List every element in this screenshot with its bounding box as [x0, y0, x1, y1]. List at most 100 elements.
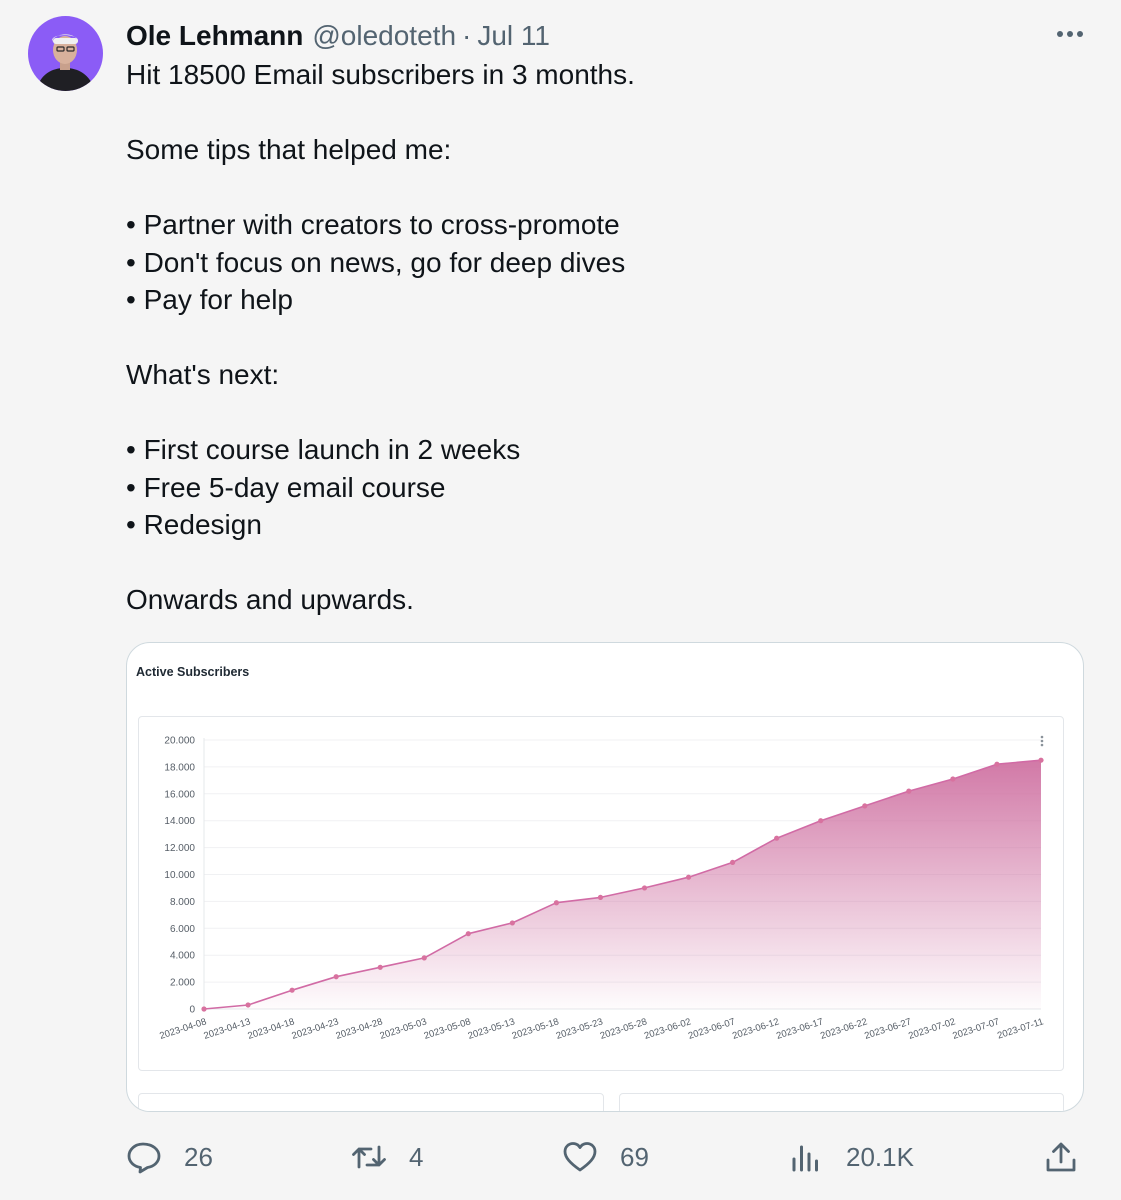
x-tick-label: 2023-04-08	[158, 1016, 208, 1041]
profile-photo-icon	[28, 16, 103, 91]
retweet-count: 4	[409, 1141, 424, 1172]
y-tick-label: 14.000	[164, 816, 195, 827]
like-count: 69	[620, 1141, 649, 1172]
reply-count: 26	[184, 1141, 213, 1172]
x-tick-label: 2023-05-18	[511, 1016, 561, 1041]
data-point	[641, 885, 648, 891]
y-tick-label: 16.000	[164, 789, 195, 800]
tweet-actions: 26 4 69 20.1K	[0, 1132, 1121, 1182]
data-point	[245, 1002, 251, 1008]
tweet-line: • Redesign	[126, 509, 262, 540]
chart-menu-dot	[1040, 735, 1044, 739]
x-tick-label: 2023-06-22	[819, 1016, 869, 1041]
x-tick-label: 2023-06-07	[687, 1016, 737, 1041]
data-point	[994, 761, 1000, 767]
views-icon	[792, 1145, 818, 1172]
x-tick-label: 2023-06-12	[731, 1016, 781, 1041]
tweet-line: • Pay for help	[126, 284, 294, 315]
chart-menu-dot	[1040, 743, 1044, 747]
data-point	[685, 874, 692, 880]
x-tick-label: 2023-05-13	[467, 1016, 517, 1041]
data-point	[289, 987, 295, 993]
data-point	[421, 955, 427, 961]
x-tick-label: 2023-07-07	[951, 1016, 1001, 1041]
chart-panel: 0 2.000 4.000 6.000 8.000 10.000 12.000 14.000 1…	[138, 716, 1064, 1071]
y-tick-label: 4.000	[170, 951, 195, 962]
retweet-button[interactable]: 4	[351, 1132, 423, 1182]
data-point	[201, 1006, 207, 1012]
y-tick-label: 0	[189, 1005, 195, 1016]
data-point	[818, 818, 824, 824]
view-count: 20.1K	[846, 1141, 914, 1172]
share-button[interactable]	[1043, 1132, 1079, 1182]
tweet-line: • Partner with creators to cross-promote	[126, 209, 620, 240]
tweet-line: Hit 18500 Email subscribers in 3 months.	[126, 59, 635, 90]
retweet-icon	[352, 1145, 386, 1169]
data-point	[774, 835, 780, 841]
tweet-header: Ole Lehmann @oledoteth · Jul 11	[126, 16, 550, 56]
x-tick-label: 2023-06-17	[775, 1016, 825, 1041]
y-tick-label: 2.000	[170, 978, 195, 989]
reply-button[interactable]: 26	[126, 1132, 213, 1182]
x-tick-label: 2023-04-28	[335, 1016, 385, 1041]
like-button[interactable]: 69	[562, 1132, 649, 1182]
share-icon	[1046, 1142, 1076, 1172]
x-tick-label: 2023-06-02	[643, 1016, 693, 1041]
x-tick-label: 2023-04-13	[202, 1016, 252, 1041]
tweet-date[interactable]: Jul 11	[477, 20, 550, 52]
x-tick-label: 2023-04-18	[246, 1016, 296, 1041]
x-tick-label: 2023-07-02	[907, 1016, 957, 1041]
reply-icon	[127, 1142, 161, 1174]
tweet-line: What's next:	[126, 359, 280, 390]
tweet-line: • Free 5-day email course	[126, 471, 446, 503]
x-tick-label: 2023-05-23	[555, 1016, 605, 1041]
tweet-text: Hit 18500 Email subscribers in 3 months.…	[126, 56, 1086, 619]
more-icon	[1057, 31, 1083, 37]
avatar[interactable]	[28, 16, 103, 91]
y-tick-label: 12.000	[164, 843, 195, 854]
data-point	[950, 776, 956, 782]
data-point	[377, 964, 383, 970]
separator: ·	[462, 20, 472, 51]
tweet-line: • Don't focus on news, go for deep dives	[126, 246, 626, 278]
chart-panel-tertiary	[619, 1093, 1064, 1111]
y-tick-label: 10.000	[164, 870, 195, 881]
data-point	[1038, 757, 1044, 763]
tweet-line: Onwards and upwards.	[126, 584, 414, 615]
x-tick-label: 2023-07-11	[996, 1016, 1045, 1041]
y-tick-label: 18.000	[164, 762, 195, 773]
x-tick-label: 2023-05-08	[423, 1016, 473, 1041]
x-tick-label: 2023-06-27	[863, 1016, 913, 1041]
author-handle[interactable]: @oledoteth	[312, 20, 456, 52]
x-tick-label: 2023-05-28	[599, 1016, 649, 1041]
data-point	[465, 931, 471, 937]
data-point	[730, 859, 736, 865]
series-area	[204, 760, 1041, 1009]
data-point	[906, 788, 912, 794]
x-tick-label: 2023-05-03	[379, 1016, 429, 1041]
views-button[interactable]: 20.1K	[788, 1132, 914, 1182]
tweet-line: Some tips that helped me:	[126, 134, 452, 165]
heart-icon	[563, 1142, 597, 1172]
tweet-media[interactable]: Active Subscribers 0 2.000 4.000 6.000 8.000…	[126, 642, 1084, 1112]
y-tick-label: 8.000	[170, 897, 195, 908]
chart-menu-dot	[1040, 739, 1044, 743]
x-tick-label: 2023-04-23	[290, 1016, 340, 1041]
y-tick-label: 6.000	[170, 924, 195, 935]
data-point	[597, 894, 604, 900]
data-point	[862, 803, 868, 809]
tweet-line: • First course launch in 2 weeks	[126, 434, 521, 465]
author-name[interactable]: Ole Lehmann	[126, 20, 303, 52]
more-options-button[interactable]	[1046, 18, 1094, 50]
y-tick-label: 20.000	[164, 736, 195, 747]
chart-panel-secondary	[138, 1093, 604, 1111]
subscriber-chart: 0 2.000 4.000 6.000 8.000 10.000 12.000 14.000 1…	[158, 735, 1045, 1042]
data-point	[333, 974, 339, 980]
data-point	[553, 900, 560, 906]
data-point	[509, 920, 515, 926]
